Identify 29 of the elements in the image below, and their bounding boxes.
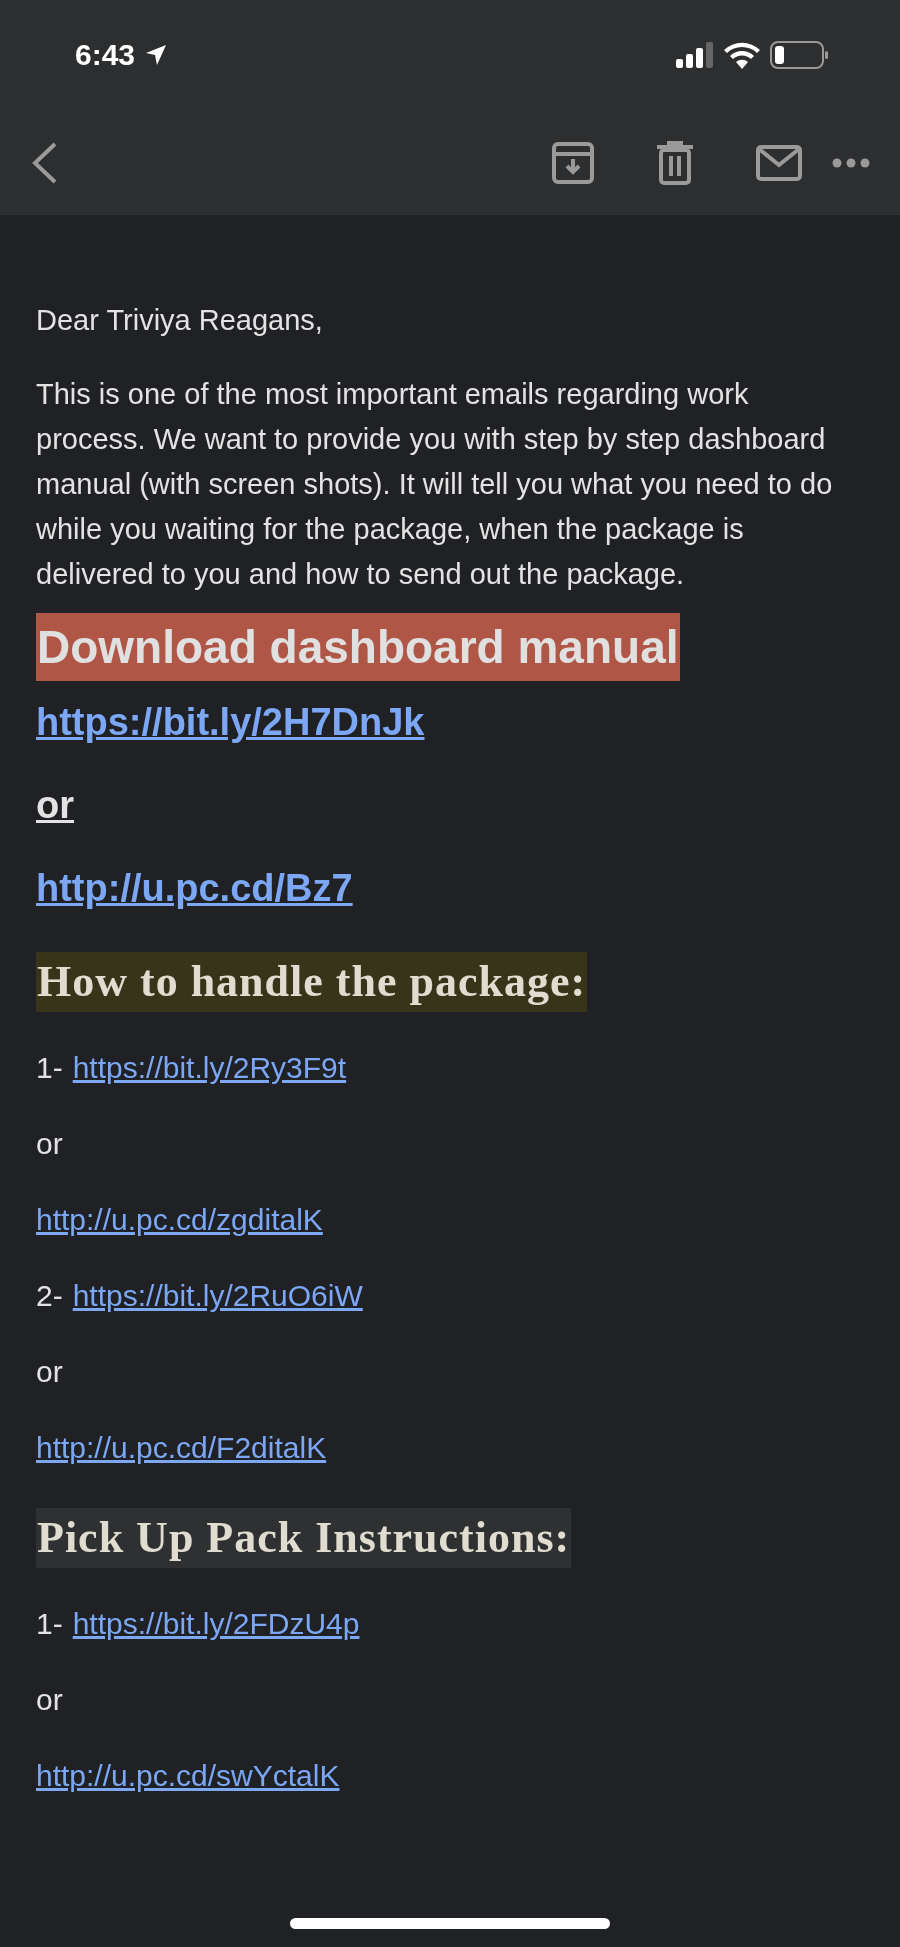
trash-icon[interactable] <box>656 140 694 185</box>
or-text: or <box>36 1355 63 1389</box>
download-link[interactable]: https://bit.ly/2H7DnJk <box>36 701 425 744</box>
location-arrow-icon <box>145 44 168 66</box>
message-paragraph: This is one of the most important emails regarding work process. We want to provide you with step by step dashboard manual (with screen shots). It will tell you what you need to do while you waiting for the package, when the package is delivered to you and how to send out the package. <box>36 377 834 592</box>
link[interactable]: http://u.pc.cd/swYctalK <box>36 1759 340 1793</box>
section-heading: How to handle the package: <box>36 952 588 1012</box>
link[interactable]: http://u.pc.cd/zgditalK <box>36 1203 323 1237</box>
download-link[interactable]: http://u.pc.cd/Bz7 <box>36 867 353 910</box>
or-text: or <box>36 1127 63 1161</box>
section-heading: Pick Up Pack Instructions: <box>36 1508 572 1568</box>
wifi-icon <box>724 41 760 69</box>
more-icon[interactable] <box>832 157 870 168</box>
status-time: 6:43 <box>75 38 136 72</box>
mail-icon[interactable] <box>756 144 802 181</box>
link[interactable]: https://bit.ly/2Ry3F9t <box>72 1051 347 1085</box>
link[interactable]: https://bit.ly/2FDzU4p <box>72 1607 360 1641</box>
step-number: 2- <box>36 1279 63 1313</box>
battery-icon <box>770 41 828 69</box>
or-text: or <box>36 1683 63 1717</box>
or-text: or <box>36 784 74 827</box>
signal-icon <box>676 42 714 68</box>
archive-icon[interactable] <box>552 141 594 184</box>
link[interactable]: https://bit.ly/2RuO6iW <box>72 1279 363 1313</box>
section-heading: Download dashboard manual <box>36 613 680 681</box>
link[interactable]: http://u.pc.cd/F2ditalK <box>36 1431 327 1465</box>
step-number: 1- <box>36 1051 63 1085</box>
step-number: 1- <box>36 1607 63 1641</box>
greeting: Dear Triviya Reagans, <box>36 303 324 338</box>
